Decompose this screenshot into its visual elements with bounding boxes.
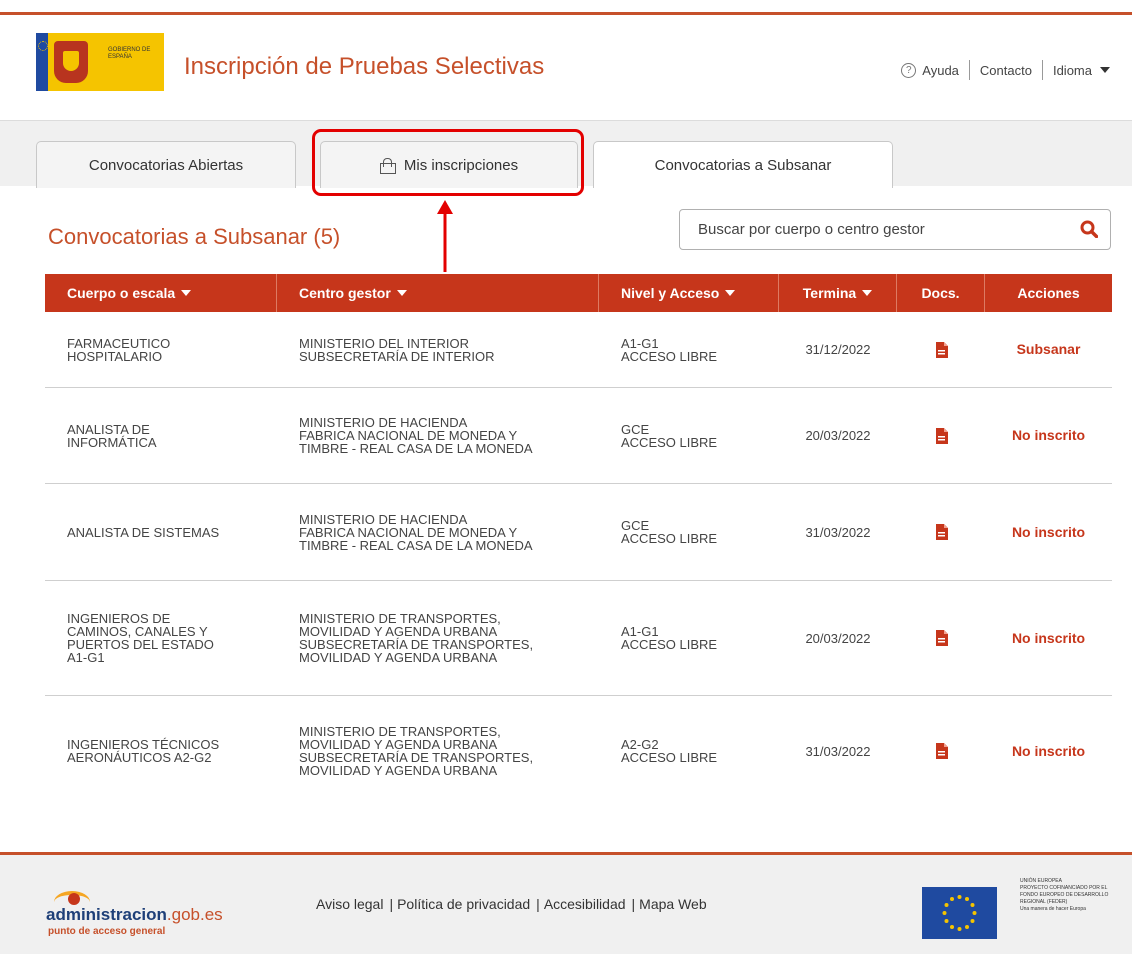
- search-icon[interactable]: [1080, 220, 1098, 238]
- language-selector[interactable]: Idioma: [1053, 63, 1092, 78]
- cell-centro: MINISTERIO DE TRANSPORTES, MOVILIDAD Y A…: [299, 724, 534, 778]
- document-icon[interactable]: [935, 743, 948, 759]
- header-docs: Docs.: [897, 274, 985, 312]
- table-header: Cuerpo o escala Centro gestor Nivel y Ac…: [45, 274, 1112, 312]
- sitemap-link[interactable]: Mapa Web: [639, 896, 706, 912]
- cell-termina: 31/12/2022: [805, 342, 871, 357]
- cell-termina: 31/03/2022: [805, 524, 871, 540]
- cell-termina: 20/03/2022: [805, 630, 871, 646]
- eu-funding-text: UNIÓN EUROPEA PROYECTO COFINANCIADO POR …: [1020, 878, 1109, 912]
- table-row: ANALISTA DE INFORMÁTICA MINISTERIO DE HA…: [45, 388, 1112, 484]
- cell-docs: [897, 312, 985, 387]
- eu-flag-icon: [922, 887, 997, 939]
- help-link[interactable]: Ayuda: [922, 63, 959, 78]
- divider: |: [536, 896, 540, 912]
- divider: [968, 60, 970, 80]
- cell-nivel: A2-G2 ACCESO LIBRE: [621, 737, 718, 765]
- table-row: FARMACEUTICO HOSPITALARIO MINISTERIO DEL…: [45, 312, 1112, 388]
- coat-of-arms-icon: [54, 41, 88, 83]
- app-title[interactable]: Inscripción de Pruebas Selectivas: [184, 53, 544, 81]
- header-label: Cuerpo o escala: [67, 285, 176, 301]
- table-row: INGENIEROS DE CAMINOS, CANALES Y PUERTOS…: [45, 581, 1112, 696]
- sort-caret-icon: [862, 290, 873, 296]
- header-label: Nivel y Acceso: [621, 285, 720, 301]
- arrow-up-annotation-icon: [437, 200, 453, 272]
- cell-centro: MINISTERIO DE HACIENDA FABRICA NACIONAL …: [299, 415, 533, 456]
- aviso-legal-link[interactable]: Aviso legal: [316, 896, 383, 912]
- no-inscrito-link[interactable]: No inscrito: [985, 696, 1112, 806]
- logo-domain-text: .gob.es: [166, 905, 223, 924]
- sort-caret-icon: [725, 290, 736, 296]
- cell-termina: 31/03/2022: [805, 743, 871, 759]
- no-inscrito-link[interactable]: No inscrito: [985, 388, 1112, 483]
- subsanar-link[interactable]: Subsanar: [985, 312, 1112, 387]
- header: GOBIERNO DE ESPAÑA Inscripción de Prueba…: [0, 15, 1132, 119]
- sort-header-cuerpo[interactable]: Cuerpo o escala: [45, 274, 277, 312]
- search-input[interactable]: [680, 210, 1070, 249]
- top-links: ? Ayuda Contacto Idioma: [901, 60, 1110, 80]
- government-logo-text: GOBIERNO DE ESPAÑA: [108, 47, 151, 60]
- search-box: [679, 209, 1111, 250]
- cell-termina: 20/03/2022: [805, 428, 871, 443]
- cell-cuerpo: INGENIEROS DE CAMINOS, CANALES Y PUERTOS…: [67, 611, 214, 665]
- logo-name: administracion.gob.es: [46, 905, 223, 925]
- administracion-logo[interactable]: administracion.gob.es punto de acceso ge…: [46, 891, 246, 937]
- header-label: Centro gestor: [299, 285, 391, 301]
- cell-nivel: A1-G1 ACCESO LIBRE: [621, 335, 718, 364]
- tab-label: Convocatorias a Subsanar: [654, 156, 832, 174]
- footer-links: Aviso legal | Política de privacidad | A…: [316, 896, 707, 912]
- cell-cuerpo: ANALISTA DE SISTEMAS: [67, 524, 220, 540]
- divider: [1041, 60, 1043, 80]
- cell-docs: [897, 484, 985, 580]
- help-icon[interactable]: ?: [901, 62, 917, 78]
- document-icon[interactable]: [935, 427, 948, 444]
- eu-stripe: [36, 33, 48, 91]
- logo-subtitle: punto de acceso general: [48, 926, 166, 937]
- no-inscrito-link[interactable]: No inscrito: [985, 581, 1112, 695]
- cell-cuerpo: INGENIEROS TÉCNICOS AERONÁUTICOS A2-G2: [67, 737, 220, 765]
- footer: administracion.gob.es punto de acceso ge…: [0, 852, 1132, 954]
- cell-centro: MINISTERIO DEL INTERIOR SUBSECRETARÍA DE…: [299, 335, 495, 364]
- no-inscrito-link[interactable]: No inscrito: [985, 484, 1112, 580]
- cell-nivel: GCE ACCESO LIBRE: [621, 421, 718, 450]
- sort-header-termina[interactable]: Termina: [779, 274, 897, 312]
- cell-nivel: GCE ACCESO LIBRE: [621, 518, 718, 546]
- header-label: Acciones: [1017, 285, 1080, 301]
- sort-header-nivel[interactable]: Nivel y Acceso: [599, 274, 779, 312]
- table-row: INGENIEROS TÉCNICOS AERONÁUTICOS A2-G2 M…: [45, 696, 1112, 806]
- sort-caret-icon: [181, 290, 192, 296]
- section-title: Convocatorias a Subsanar (5): [48, 224, 341, 249]
- table-row: ANALISTA DE SISTEMAS MINISTERIO DE HACIE…: [45, 484, 1112, 581]
- sort-caret-icon: [396, 290, 407, 296]
- tab-convocatorias-abiertas[interactable]: Convocatorias Abiertas: [36, 141, 296, 188]
- chevron-down-icon[interactable]: [1100, 67, 1110, 73]
- header-label: Termina: [802, 285, 857, 301]
- document-icon[interactable]: [935, 524, 948, 540]
- privacy-link[interactable]: Política de privacidad: [397, 896, 530, 912]
- cell-docs: [897, 696, 985, 806]
- cell-centro: MINISTERIO DE TRANSPORTES, MOVILIDAD Y A…: [299, 611, 534, 665]
- cell-cuerpo: FARMACEUTICO HOSPITALARIO: [67, 335, 171, 364]
- contact-link[interactable]: Contacto: [980, 63, 1032, 78]
- convocatorias-table: Cuerpo o escala Centro gestor Nivel y Ac…: [45, 274, 1112, 806]
- document-icon[interactable]: [935, 341, 948, 358]
- cell-docs: [897, 581, 985, 695]
- tab-label: Convocatorias Abiertas: [88, 156, 244, 174]
- cell-cuerpo: ANALISTA DE INFORMÁTICA: [67, 421, 157, 450]
- document-icon[interactable]: [935, 630, 948, 646]
- highlight-annotation-box: [312, 129, 584, 196]
- tab-convocatorias-a-subsanar[interactable]: Convocatorias a Subsanar: [593, 141, 893, 188]
- cell-centro: MINISTERIO DE HACIENDA FABRICA NACIONAL …: [299, 511, 533, 553]
- accessibility-link[interactable]: Accesibilidad: [544, 896, 626, 912]
- header-acciones: Acciones: [985, 274, 1112, 312]
- header-label: Docs.: [921, 285, 960, 301]
- logo-name-text: administracion: [46, 905, 167, 924]
- divider: |: [631, 896, 636, 912]
- government-logo[interactable]: GOBIERNO DE ESPAÑA: [36, 33, 164, 91]
- cell-docs: [897, 388, 985, 483]
- cell-nivel: A1-G1 ACCESO LIBRE: [621, 624, 718, 652]
- divider: |: [389, 896, 394, 912]
- sort-header-centro[interactable]: Centro gestor: [277, 274, 599, 312]
